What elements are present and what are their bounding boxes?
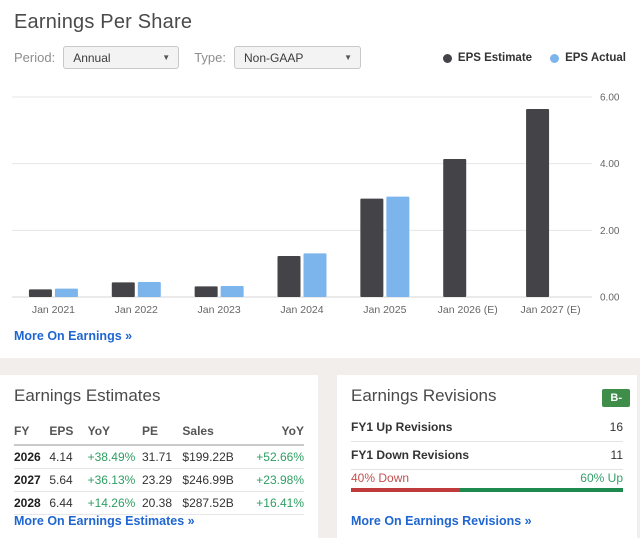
x-axis-tick-label: Jan 2022 xyxy=(115,304,158,316)
x-axis-tick-label: Jan 2021 xyxy=(32,304,75,316)
up-ratio-label: 60% Up xyxy=(580,471,623,485)
revision-row-fy1-down-revisions: FY1 Down Revisions 11 xyxy=(351,442,623,470)
page-title: Earnings Per Share xyxy=(14,11,193,33)
cell-fy: 2028 xyxy=(14,491,50,515)
grade-badge[interactable]: B- xyxy=(602,389,630,407)
cell-fy: 2027 xyxy=(14,468,50,492)
down-ratio-label: 40% Down xyxy=(351,471,410,485)
bar-eps-actual-jan-2022[interactable] xyxy=(137,282,161,297)
cell-pe: 20.38 xyxy=(142,491,183,515)
bar-eps-estimate-jan-2024[interactable] xyxy=(277,256,301,297)
y-axis-tick-label: 6.00 xyxy=(600,93,620,104)
bar-eps-actual-jan-2023[interactable] xyxy=(220,286,244,297)
revision-value: 16 xyxy=(609,420,623,434)
y-axis-tick-label: 2.00 xyxy=(600,226,620,237)
bar-eps-estimate-jan-2025[interactable] xyxy=(360,198,384,297)
col-sales-yoy: YoY xyxy=(256,419,304,446)
chart-legend: EPS Estimate EPS Actual xyxy=(442,52,626,64)
x-axis-tick-label: Jan 2027 (E) xyxy=(521,304,581,316)
cell-eps-yoy: +38.49% xyxy=(87,445,142,469)
type-label: Type: xyxy=(194,50,226,65)
revision-row-fy1-up-revisions: FY1 Up Revisions 16 xyxy=(351,414,623,442)
estimates-title: Earnings Estimates xyxy=(14,386,161,405)
legend-dot-icon xyxy=(550,53,560,63)
up-ratio-segment xyxy=(459,488,623,492)
more-on-earnings-estimates-link[interactable]: More On Earnings Estimates » xyxy=(14,514,195,528)
bar-eps-estimate-jan-2022[interactable] xyxy=(111,282,135,297)
cell-sales: $199.22B xyxy=(182,445,257,469)
revision-label: FY1 Up Revisions xyxy=(351,420,453,434)
x-axis-tick-label: Jan 2025 xyxy=(363,304,406,316)
eps-bar-chart: 0.00 2.00 4.00 6.00 Jan 2021 Jan 2022 Jan 2023… xyxy=(12,93,620,316)
period-selected-value: Annual xyxy=(73,50,111,65)
cell-pe: 23.29 xyxy=(142,468,183,492)
revision-value: 11 xyxy=(610,448,623,462)
estimates-header-row: FY EPS YoY PE Sales YoY xyxy=(14,419,304,446)
chevron-down-icon: ▼ xyxy=(162,53,171,62)
estimates-table: FY EPS YoY PE Sales YoY 2026 4.14 +38.49% 3… xyxy=(14,419,304,515)
cell-sales-yoy: +23.98% xyxy=(256,468,304,492)
earnings-revisions-panel: Earnings Revisions B- FY1 Up Revisions 16… xyxy=(337,375,637,538)
cell-sales-yoy: +16.41% xyxy=(256,491,304,515)
legend-dot-icon xyxy=(442,53,452,63)
earnings-per-share-panel: Earnings Per Share Period: Annual ▼ Type… xyxy=(0,0,640,358)
revision-label: FY1 Down Revisions xyxy=(351,448,470,462)
col-fy: FY xyxy=(14,419,50,446)
cell-eps: 4.14 xyxy=(49,445,88,469)
cell-sales: $246.99B xyxy=(182,468,257,492)
x-axis-tick-label: Jan 2024 xyxy=(280,304,323,316)
down-ratio-segment xyxy=(351,488,460,492)
estimates-row-2027: 2027 5.64 +36.13% 23.29 $246.99B +23.98% xyxy=(14,468,304,492)
cell-pe: 31.71 xyxy=(142,445,183,469)
cell-eps: 5.64 xyxy=(49,468,88,492)
cell-sales-yoy: +52.66% xyxy=(256,445,304,469)
cell-sales: $287.52B xyxy=(182,491,257,515)
bar-eps-estimate-jan-2026-e-[interactable] xyxy=(443,159,467,297)
legend-label: EPS Estimate xyxy=(457,52,533,64)
y-axis-tick-label: 0.00 xyxy=(600,293,620,304)
bar-eps-actual-jan-2024[interactable] xyxy=(303,253,327,297)
col-eps-yoy: YoY xyxy=(87,419,142,446)
bar-eps-actual-jan-2025[interactable] xyxy=(386,196,410,297)
bar-eps-estimate-jan-2027-e-[interactable] xyxy=(526,109,550,297)
more-on-earnings-link[interactable]: More On Earnings » xyxy=(14,329,132,343)
col-eps: EPS xyxy=(49,419,88,446)
col-sales: Sales xyxy=(182,419,257,446)
cell-fy: 2026 xyxy=(14,445,50,469)
bar-eps-actual-jan-2021[interactable] xyxy=(54,288,78,297)
bar-eps-estimate-jan-2023[interactable] xyxy=(194,286,218,297)
legend-label: EPS Actual xyxy=(565,52,626,64)
revision-ratio-labels: 40% Down 60% Up xyxy=(351,471,623,485)
type-select[interactable]: Non-GAAP ▼ xyxy=(234,46,361,69)
revisions-list: FY1 Up Revisions 16 FY1 Down Revisions 11 xyxy=(351,414,623,470)
estimates-row-2028: 2028 6.44 +14.26% 20.38 $287.52B +16.41% xyxy=(14,491,304,515)
col-pe: PE xyxy=(142,419,183,446)
type-selected-value: Non-GAAP xyxy=(244,50,304,65)
chevron-down-icon: ▼ xyxy=(344,53,352,62)
earnings-estimates-panel: Earnings Estimates FY EPS YoY PE Sales Y… xyxy=(0,375,318,538)
legend-item-eps-estimate[interactable]: EPS Estimate xyxy=(442,52,533,64)
period-label: Period: xyxy=(14,50,56,65)
cell-eps-yoy: +36.13% xyxy=(87,468,142,492)
legend-item-eps-actual[interactable]: EPS Actual xyxy=(550,52,626,64)
estimates-row-2026: 2026 4.14 +38.49% 31.71 $199.22B +52.66% xyxy=(14,445,304,469)
revision-ratio-bar xyxy=(351,488,623,492)
revisions-title: Earnings Revisions xyxy=(351,386,497,405)
y-axis-tick-label: 4.00 xyxy=(600,159,620,170)
cell-eps-yoy: +14.26% xyxy=(87,491,142,515)
x-axis-tick-label: Jan 2026 (E) xyxy=(438,304,498,316)
cell-eps: 6.44 xyxy=(49,491,88,515)
x-axis-tick-label: Jan 2023 xyxy=(198,304,241,316)
chart-controls: Period: Annual ▼ Type: Non-GAAP ▼ xyxy=(14,46,361,69)
period-select[interactable]: Annual ▼ xyxy=(63,46,180,69)
bar-eps-estimate-jan-2021[interactable] xyxy=(28,289,52,297)
more-on-earnings-revisions-link[interactable]: More On Earnings Revisions » xyxy=(351,514,532,528)
